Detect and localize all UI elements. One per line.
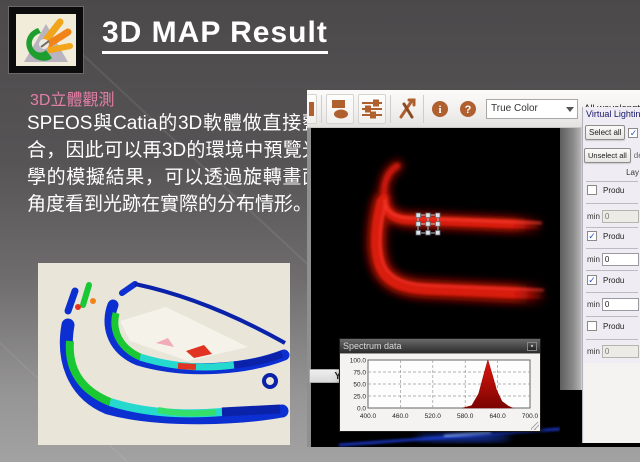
svg-text:580.0: 580.0 xyxy=(457,413,474,420)
panel-title: Virtual Lighting xyxy=(583,107,640,121)
svg-text:640.0: 640.0 xyxy=(489,413,506,420)
speos-logo xyxy=(8,6,84,74)
min-input[interactable]: 0 xyxy=(602,253,639,266)
header-checkbox[interactable]: ✓ xyxy=(628,128,638,138)
tools-icon[interactable] xyxy=(395,94,419,124)
svg-text:460.0: 460.0 xyxy=(392,413,409,420)
shapes-icon[interactable] xyxy=(326,94,354,124)
chevron-down-icon xyxy=(566,107,574,112)
toolbar-separator xyxy=(321,95,322,123)
spectrum-titlebar[interactable]: Spectrum data ▪ xyxy=(340,339,540,353)
spectrum-window-title: Spectrum data xyxy=(343,341,402,351)
slide: 3D MAP Result 3D立體觀測 SPEOS與Catia的3D軟體做直接… xyxy=(0,0,640,462)
product-label: Produ xyxy=(603,276,624,285)
display-mode-dropdown[interactable]: True Color xyxy=(486,99,578,119)
svg-text:700.0: 700.0 xyxy=(522,413,539,420)
lightguide-falsecolor-image xyxy=(38,263,290,445)
tail-lamp-glow xyxy=(377,166,548,295)
min-label: min xyxy=(587,347,600,356)
selection-gizmo[interactable] xyxy=(416,213,440,235)
min-label: min xyxy=(587,212,600,221)
speos-arrows-logo-icon xyxy=(16,14,76,66)
unselect-all-button[interactable]: Unselect all xyxy=(584,148,631,163)
viewport-panel-gap xyxy=(560,128,582,390)
svg-text:25.0: 25.0 xyxy=(353,394,366,401)
svg-text:0.0: 0.0 xyxy=(357,406,366,413)
svg-text:100.0: 100.0 xyxy=(350,358,367,365)
toolbar-separator xyxy=(423,95,424,123)
product-checkbox[interactable] xyxy=(587,321,597,331)
product-label: Produ xyxy=(603,322,624,331)
svg-text:520.0: 520.0 xyxy=(425,413,442,420)
select-all-button[interactable]: Select all xyxy=(585,125,625,140)
min-input[interactable]: 0 xyxy=(602,298,639,311)
info-icon[interactable]: i xyxy=(428,94,452,124)
panel-empty-area xyxy=(584,363,640,443)
sliders-icon[interactable] xyxy=(358,94,386,124)
min-label: min xyxy=(587,255,600,264)
virtual-lighting-panel: Virtual Lighting Select all ✓ Unselect a… xyxy=(582,107,640,443)
partial-button[interactable] xyxy=(307,94,317,124)
page-title: 3D MAP Result xyxy=(102,16,328,54)
display-mode-value: True Color xyxy=(491,103,538,114)
resize-grip[interactable] xyxy=(531,422,539,430)
speos-3d-view-window: i ? True Color All wavelengt xyxy=(307,90,640,447)
svg-text:50.0: 50.0 xyxy=(353,382,366,389)
min-input[interactable]: 0 xyxy=(602,210,639,223)
product-checkbox[interactable] xyxy=(587,185,597,195)
svg-text:?: ? xyxy=(465,104,472,116)
svg-text:i: i xyxy=(438,104,441,116)
product-label: Produ xyxy=(603,186,624,195)
product-checkbox[interactable]: ✓ xyxy=(587,231,597,241)
toolbar-separator xyxy=(390,95,391,123)
product-checkbox[interactable]: ✓ xyxy=(587,275,597,285)
section-subtitle: 3D立體觀測 xyxy=(30,86,114,110)
svg-text:75.0: 75.0 xyxy=(353,370,366,377)
svg-text:400.0: 400.0 xyxy=(360,413,377,420)
spectrum-data-window[interactable]: Spectrum data ▪ 0.0 25.0 50.0 75.0 100.0 400.… xyxy=(339,338,541,432)
product-label: Produ xyxy=(603,232,624,241)
help-icon[interactable]: ? xyxy=(456,94,480,124)
min-input[interactable]: 0 xyxy=(602,345,639,358)
layer-column-label: Lay xyxy=(626,168,639,177)
de-label: de xyxy=(634,151,640,160)
body-paragraph: SPEOS與Catia的3D軟體做直接整合，因此可以再3D的環境中預覽光學的模擬… xyxy=(27,110,321,218)
spectrum-chart: 0.0 25.0 50.0 75.0 100.0 400.0 460.0 520.0 580.0… xyxy=(340,353,540,431)
close-icon[interactable]: ▪ xyxy=(527,342,537,351)
min-label: min xyxy=(587,300,600,309)
